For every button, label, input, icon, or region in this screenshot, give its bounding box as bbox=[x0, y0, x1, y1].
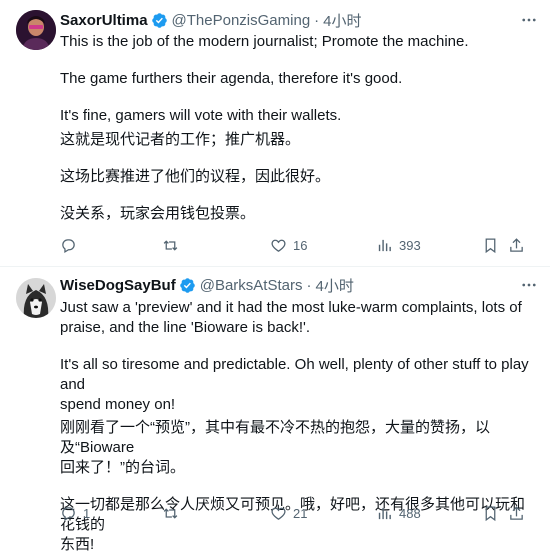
views-button[interactable]: 488 bbox=[376, 502, 421, 524]
like-count: 21 bbox=[293, 505, 308, 521]
timestamp[interactable]: 4小时 bbox=[315, 275, 353, 296]
retweet-button[interactable] bbox=[162, 502, 185, 524]
tweet-line: It's all so tiresome and predictable. Oh… bbox=[60, 356, 529, 393]
views-button[interactable]: 393 bbox=[376, 234, 421, 256]
heart-icon bbox=[271, 239, 286, 252]
user-handle[interactable]: @BarksAtStars bbox=[200, 277, 303, 294]
share-button[interactable] bbox=[508, 234, 525, 256]
views-chart-icon bbox=[378, 239, 391, 251]
reply-icon bbox=[62, 238, 75, 253]
tweet-line: It's fine, gamers will vote with their w… bbox=[60, 107, 342, 124]
verified-badge-icon bbox=[179, 277, 196, 294]
tweet-line: Just saw a 'preview' and it had the most… bbox=[60, 299, 522, 316]
display-name[interactable]: WiseDogSayBuf bbox=[60, 277, 176, 294]
display-name[interactable]: SaxorUltima bbox=[60, 12, 148, 29]
separator-dot: · bbox=[314, 11, 320, 29]
avatar[interactable] bbox=[16, 10, 56, 50]
like-count: 16 bbox=[293, 237, 308, 253]
tweet-line: The game furthers their agenda, therefor… bbox=[60, 70, 403, 87]
tweet-line: 这场比赛推进了他们的议程，因此很好。 bbox=[60, 168, 331, 185]
tweet[interactable]: SaxorUltima @ThePonzisGaming · 4小时 This … bbox=[0, 0, 550, 267]
share-icon bbox=[510, 237, 523, 252]
retweet-button[interactable] bbox=[162, 234, 185, 256]
tweet-line: 东西! bbox=[60, 536, 95, 553]
tweet-line: This is the job of the modern journalist… bbox=[60, 33, 469, 50]
reply-button[interactable] bbox=[60, 234, 83, 256]
reply-count: 1 bbox=[83, 505, 91, 521]
user-handle[interactable]: @ThePonzisGaming bbox=[172, 12, 311, 29]
reply-button[interactable]: 1 bbox=[60, 502, 90, 524]
tweet-actions: 16 393 bbox=[60, 234, 538, 256]
tweet-actions: 1 21 488 bbox=[60, 502, 538, 524]
heart-icon bbox=[271, 507, 286, 520]
like-button[interactable]: 16 bbox=[270, 234, 307, 256]
tweet-text: This is the job of the modern journalist… bbox=[60, 32, 538, 224]
bookmark-button[interactable] bbox=[482, 502, 499, 524]
more-horizontal-icon bbox=[522, 283, 536, 287]
tweet[interactable]: WiseDogSayBuf @BarksAtStars · 4小时 Just s… bbox=[0, 267, 550, 553]
bookmark-icon bbox=[485, 237, 496, 253]
timestamp[interactable]: 4小时 bbox=[323, 10, 361, 31]
tweet-line: 刚刚看了一个“预览”，其中有最不冷不热的抱怨，大量的赞扬，以及“Bioware bbox=[60, 419, 490, 456]
retweet-icon bbox=[163, 239, 178, 251]
retweet-icon bbox=[163, 507, 178, 519]
verified-badge-icon bbox=[151, 12, 168, 29]
tweet-line: spend money on! bbox=[60, 396, 176, 413]
view-count: 393 bbox=[399, 237, 421, 253]
views-chart-icon bbox=[378, 507, 391, 519]
like-button[interactable]: 21 bbox=[270, 502, 307, 524]
share-icon bbox=[510, 505, 523, 520]
bookmark-icon bbox=[485, 505, 496, 521]
separator-dot: · bbox=[306, 276, 312, 294]
more-options-button[interactable] bbox=[518, 274, 540, 296]
bookmark-button[interactable] bbox=[482, 234, 499, 256]
view-count: 488 bbox=[399, 505, 421, 521]
tweet-line: 这就是现代记者的工作；推广机器。 bbox=[60, 131, 301, 148]
tweet-line: 回来了！”的台词。 bbox=[60, 459, 185, 476]
tweet-line: 没关系，玩家会用钱包投票。 bbox=[60, 205, 256, 222]
tweet-line: praise, and the line 'Bioware is back!'. bbox=[60, 319, 311, 336]
more-options-button[interactable] bbox=[518, 9, 540, 31]
share-button[interactable] bbox=[508, 502, 525, 524]
more-horizontal-icon bbox=[522, 18, 536, 22]
reply-icon bbox=[62, 506, 75, 521]
